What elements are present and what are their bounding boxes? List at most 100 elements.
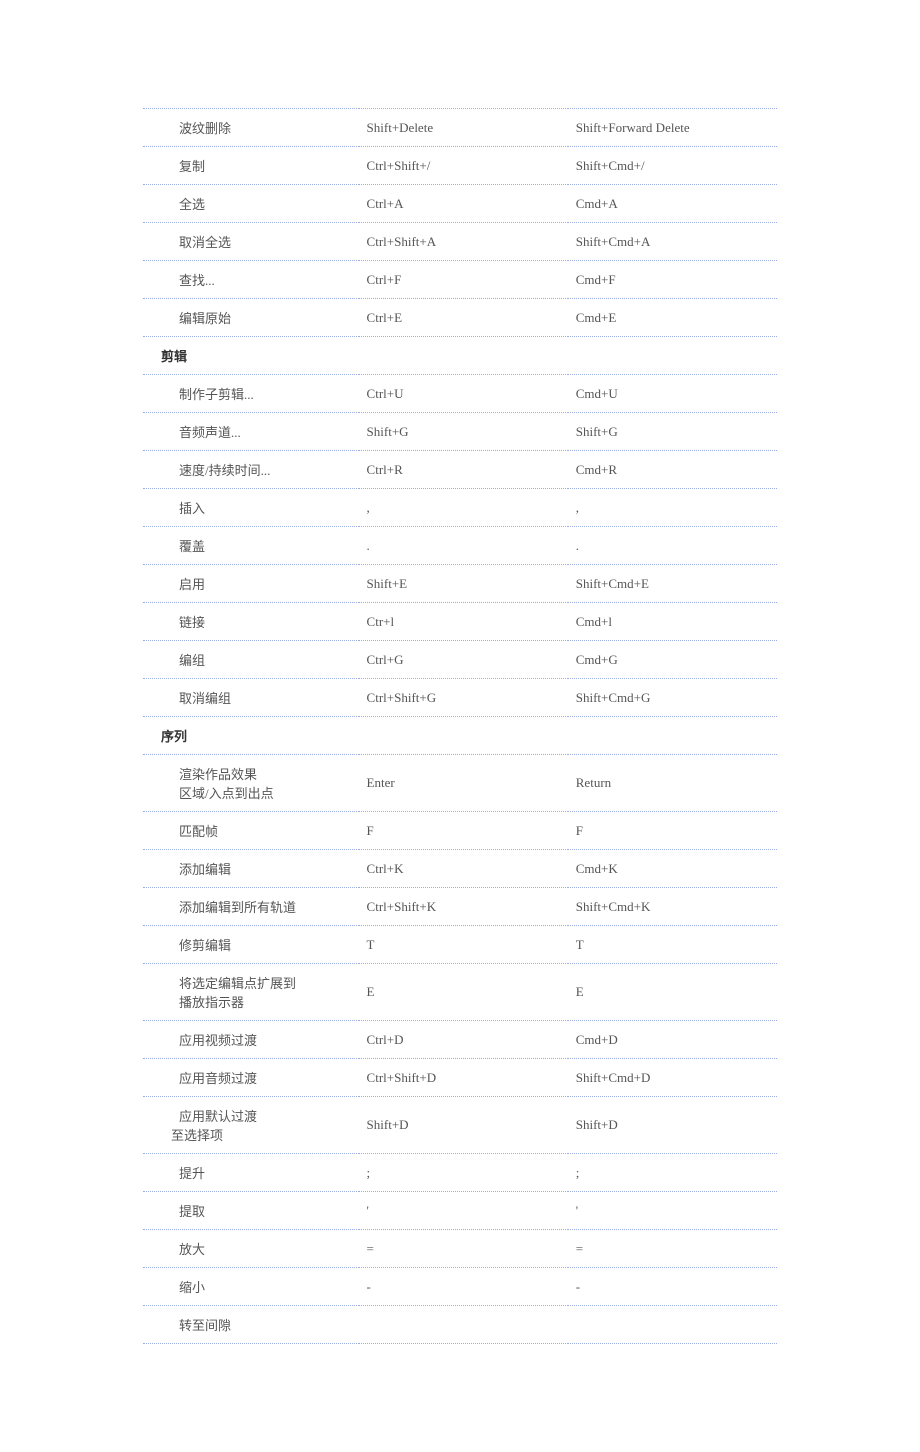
table-row: 全选Ctrl+ACmd+A bbox=[143, 185, 777, 223]
command-name: 速度/持续时间... bbox=[143, 451, 359, 489]
mac-shortcut: - bbox=[568, 1268, 777, 1306]
mac-shortcut: Cmd+R bbox=[568, 451, 777, 489]
command-label: 全选 bbox=[151, 194, 205, 213]
table-row: 波纹删除 Shift+DeleteShift+Forward Delete bbox=[143, 109, 777, 147]
command-label: 修剪编辑 bbox=[151, 935, 231, 954]
mac-shortcut bbox=[568, 337, 777, 375]
windows-shortcut: Ctrl+K bbox=[359, 850, 568, 888]
table-row: 查找...Ctrl+FCmd+F bbox=[143, 261, 777, 299]
command-label: 取消编组 bbox=[151, 688, 231, 707]
mac-shortcut: ' bbox=[568, 1192, 777, 1230]
section-header-label: 剪辑 bbox=[151, 346, 187, 365]
table-row: 取消编组 Ctrl+Shift+GShift+Cmd+G bbox=[143, 679, 777, 717]
command-label: 编组 bbox=[151, 650, 205, 669]
mac-shortcut: Shift+Cmd+/ bbox=[568, 147, 777, 185]
windows-shortcut: Shift+E bbox=[359, 565, 568, 603]
command-name: 制作子剪辑... bbox=[143, 375, 359, 413]
command-name: 添加编辑到所有轨道 bbox=[143, 888, 359, 926]
command-name: 转至间隙 bbox=[143, 1306, 359, 1344]
windows-shortcut: ' bbox=[359, 1192, 568, 1230]
command-label: 应用音频过渡 bbox=[151, 1068, 257, 1087]
windows-shortcut: Ctrl+Shift+K bbox=[359, 888, 568, 926]
command-label: 匹配帧 bbox=[151, 821, 218, 840]
mac-shortcut: T bbox=[568, 926, 777, 964]
table-row: 提取'' bbox=[143, 1192, 777, 1230]
shortcuts-table: 波纹删除 Shift+DeleteShift+Forward Delete复制Ct… bbox=[143, 108, 777, 1344]
command-label: 渲染作品效果 bbox=[151, 764, 257, 783]
table-row: 链接 Ctr+lCmd+l bbox=[143, 603, 777, 641]
command-name: 应用视频过渡 bbox=[143, 1021, 359, 1059]
command-name: 插入 bbox=[143, 489, 359, 527]
windows-shortcut: Ctrl+Shift+A bbox=[359, 223, 568, 261]
command-label: 应用默认过渡 bbox=[151, 1106, 257, 1125]
command-label: 波纹删除 bbox=[151, 118, 231, 137]
mac-shortcut: = bbox=[568, 1230, 777, 1268]
table-row: 速度/持续时间...Ctrl+RCmd+R bbox=[143, 451, 777, 489]
windows-shortcut: . bbox=[359, 527, 568, 565]
document-page: 波纹删除 Shift+DeleteShift+Forward Delete复制Ct… bbox=[0, 0, 920, 1452]
command-label: 查找... bbox=[151, 270, 215, 289]
command-label: 播放指示器 bbox=[151, 992, 244, 1011]
windows-shortcut: Shift+D bbox=[359, 1097, 568, 1154]
table-row: 复制Ctrl+Shift+/Shift+Cmd+/ bbox=[143, 147, 777, 185]
command-label: 链接 bbox=[151, 612, 205, 631]
mac-shortcut: Shift+Cmd+G bbox=[568, 679, 777, 717]
command-name: 将选定编辑点扩展到播放指示器 bbox=[143, 964, 359, 1021]
command-name: 覆盖 bbox=[143, 527, 359, 565]
command-name: 波纹删除 bbox=[143, 109, 359, 147]
command-label: 转至间隙 bbox=[151, 1315, 231, 1334]
table-row: 编组 Ctrl+GCmd+G bbox=[143, 641, 777, 679]
mac-shortcut: Shift+Forward Delete bbox=[568, 109, 777, 147]
mac-shortcut: Cmd+D bbox=[568, 1021, 777, 1059]
table-row: 应用视频过渡Ctrl+DCmd+D bbox=[143, 1021, 777, 1059]
windows-shortcut: Shift+Delete bbox=[359, 109, 568, 147]
windows-shortcut: Ctrl+Shift+G bbox=[359, 679, 568, 717]
command-name: 音频声道... bbox=[143, 413, 359, 451]
windows-shortcut: Ctr+l bbox=[359, 603, 568, 641]
command-label: 添加编辑 bbox=[151, 859, 231, 878]
command-label: 将选定编辑点扩展到 bbox=[151, 973, 296, 992]
section-header: 序列 bbox=[143, 717, 359, 755]
windows-shortcut: Ctrl+F bbox=[359, 261, 568, 299]
mac-shortcut: Cmd+U bbox=[568, 375, 777, 413]
command-name: 链接 bbox=[143, 603, 359, 641]
command-name: 渲染作品效果区域/入点到出点 bbox=[143, 755, 359, 812]
command-label: 编辑原始 bbox=[151, 308, 231, 327]
windows-shortcut: Ctrl+G bbox=[359, 641, 568, 679]
command-label: 缩小 bbox=[151, 1277, 205, 1296]
command-name: 查找... bbox=[143, 261, 359, 299]
section-header-label: 序列 bbox=[151, 726, 187, 745]
command-name: 编组 bbox=[143, 641, 359, 679]
windows-shortcut: = bbox=[359, 1230, 568, 1268]
windows-shortcut: Ctrl+Shift+D bbox=[359, 1059, 568, 1097]
command-name: 放大 bbox=[143, 1230, 359, 1268]
mac-shortcut: . bbox=[568, 527, 777, 565]
table-row: 应用音频过渡Ctrl+Shift+DShift+Cmd+D bbox=[143, 1059, 777, 1097]
command-name: 提升 bbox=[143, 1154, 359, 1192]
windows-shortcut: , bbox=[359, 489, 568, 527]
mac-shortcut: Cmd+K bbox=[568, 850, 777, 888]
command-label: 至选择项 bbox=[151, 1125, 223, 1144]
windows-shortcut bbox=[359, 337, 568, 375]
command-name: 取消全选 bbox=[143, 223, 359, 261]
table-row: 覆盖.. bbox=[143, 527, 777, 565]
windows-shortcut: E bbox=[359, 964, 568, 1021]
command-name: 添加编辑 bbox=[143, 850, 359, 888]
mac-shortcut: E bbox=[568, 964, 777, 1021]
command-label: 提升 bbox=[151, 1163, 205, 1182]
command-name: 修剪编辑 bbox=[143, 926, 359, 964]
mac-shortcut: Cmd+G bbox=[568, 641, 777, 679]
windows-shortcut: T bbox=[359, 926, 568, 964]
table-row: 修剪编辑 TT bbox=[143, 926, 777, 964]
command-label: 插入 bbox=[151, 498, 205, 517]
command-name: 应用默认过渡至选择项 bbox=[143, 1097, 359, 1154]
command-label: 制作子剪辑... bbox=[151, 384, 254, 403]
mac-shortcut: Cmd+l bbox=[568, 603, 777, 641]
table-row: 取消全选Ctrl+Shift+AShift+Cmd+A bbox=[143, 223, 777, 261]
windows-shortcut: ; bbox=[359, 1154, 568, 1192]
windows-shortcut bbox=[359, 1306, 568, 1344]
table-row: 匹配帧FF bbox=[143, 812, 777, 850]
command-label: 覆盖 bbox=[151, 536, 205, 555]
command-label: 启用 bbox=[151, 574, 205, 593]
windows-shortcut: F bbox=[359, 812, 568, 850]
